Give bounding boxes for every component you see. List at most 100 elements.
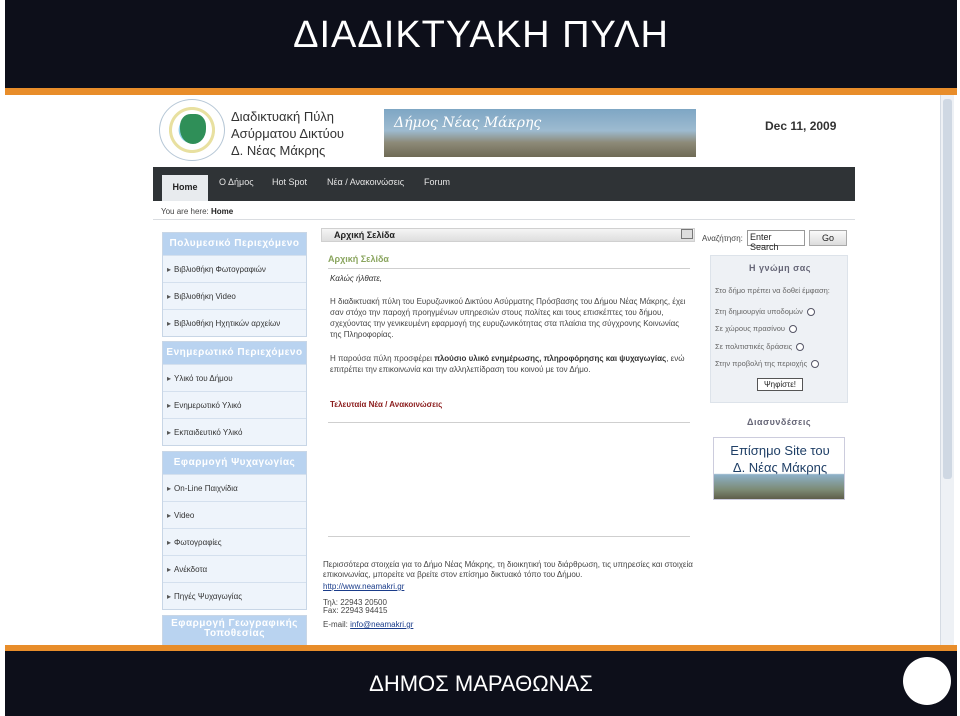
radio-button[interactable] [806, 308, 815, 317]
official-site-text: Επίσημο Site του Δ. Νέας Μάκρης [714, 442, 846, 476]
municipality-logo[interactable] [159, 99, 225, 161]
sidebar-box-title: Εφαρμογή Γεωγραφικής Τοποθεσίας [163, 616, 306, 645]
sidebar-item-municipality-material[interactable]: ▸ Υλικό του Δήμου [163, 364, 306, 391]
breadcrumb: You are here: Home [161, 207, 233, 216]
more-info-text: Περισσότερα στοιχεία για το Δήμο Νέας Μά… [323, 560, 693, 579]
nav-item-hotspot[interactable]: Hot Spot [272, 177, 307, 187]
sidebar-item-label: Ανέκδοτα [174, 565, 208, 574]
poll-title: Η γνώμη σας [749, 263, 811, 273]
sidebar-box-title: Εφαρμογή Ψυχαγωγίας [163, 452, 306, 474]
email-link[interactable]: info@neamakri.gr [350, 620, 413, 629]
nav-item-news[interactable]: Νέα / Ανακοινώσεις [327, 177, 404, 187]
arrow-icon: ▸ [167, 265, 172, 274]
official-site-line1: Επίσημο Site του [730, 443, 830, 458]
poll-option-cultural[interactable]: Σε πολιτιστικές δράσεις [715, 342, 805, 352]
sidebar-item-label: Φωτογραφίες [174, 538, 222, 547]
poll-option-infrastructure[interactable]: Στη δημιουργία υποδομών [715, 307, 815, 317]
website-url[interactable]: http://www.neamakri.gr [323, 582, 404, 591]
logo-emblem [180, 114, 206, 144]
sidebar-box-title: Ενημερωτικό Περιεχόμενο [163, 342, 306, 364]
sidebar-item-label: Εκπαιδευτικό Υλικό [174, 428, 243, 437]
sidebar-item-label: Video [174, 511, 195, 520]
email-label: E-mail: [323, 620, 348, 629]
scrollbar-thumb[interactable] [943, 99, 952, 479]
official-site-line2: Δ. Νέας Μάκρης [732, 460, 828, 475]
latest-news-link[interactable]: Τελευταία Νέα / Ανακοινώσεις [330, 400, 442, 409]
sidebar-item-label: Βιβλιοθήκη Ηχητικών αρχείων [174, 319, 281, 328]
portal-title-line2: Ασύρματου Δικτύου [231, 126, 345, 141]
vote-button[interactable]: Ψηφίστε! [757, 378, 803, 391]
slide-title-bar: ΔΙΑΔΙΚΤΥΑΚΗ ΠΥΛΗ [5, 0, 957, 88]
content-divider [328, 268, 690, 269]
sidebar-item-educational-material[interactable]: ▸ Εκπαιδευτικό Υλικό [163, 418, 306, 445]
sidebar-item-video-library[interactable]: ▸ Βιβλιοθήκη Video [163, 282, 306, 309]
portal-title-line1: Διαδικτυακή Πύλη [231, 109, 335, 124]
sidebar-item-label: Βιβλιοθήκη Φωτογραφιών [174, 265, 266, 274]
official-site-banner[interactable]: Επίσημο Site του Δ. Νέας Μάκρης [713, 437, 845, 500]
banner-text: Δήμος Νέας Μάκρης [394, 115, 542, 131]
arrow-icon: ▸ [167, 401, 172, 410]
sidebar-item-photos[interactable]: ▸ Φωτογραφίες [163, 528, 306, 555]
poll-option-label: Στην προβολή της περιοχής [715, 359, 808, 368]
poll-option-promotion[interactable]: Στην προβολή της περιοχής [715, 359, 820, 369]
radio-button[interactable] [811, 360, 820, 369]
print-icon[interactable] [681, 229, 693, 239]
website-link[interactable]: http://www.neamakri.gr [323, 582, 695, 592]
main-nav: Home Ο Δήμος Hot Spot Νέα / Ανακοινώσεις… [153, 167, 855, 201]
circle-logo [903, 657, 951, 705]
poll-option-green-spaces[interactable]: Σε χώρους πρασίνου [715, 324, 797, 334]
radio-button[interactable] [796, 343, 805, 352]
sidebar-item-entertainment-sources[interactable]: ▸ Πηγές Ψυχαγωγίας [163, 582, 306, 609]
arrow-icon: ▸ [167, 292, 172, 301]
arrow-icon: ▸ [167, 538, 172, 547]
sidebar-item-jokes[interactable]: ▸ Ανέκδοτα [163, 555, 306, 582]
portal-title: Διαδικτυακή Πύλη Ασύρματου Δικτύου Δ. Νέ… [231, 108, 344, 159]
welcome-text: Καλώς ήλθατε, [330, 274, 382, 283]
slide-divider-top [5, 88, 957, 95]
slide-title: ΔΙΑΔΙΚΤΥΑΚΗ ΠΥΛΗ [293, 14, 669, 56]
search-input[interactable]: Enter Search [747, 230, 805, 252]
radio-button[interactable] [789, 325, 797, 334]
sidebar-box-entertainment: Εφαρμογή Ψυχαγωγίας ▸ On-Line Παιχνίδια ▸… [162, 451, 307, 610]
nav-item-municipality[interactable]: Ο Δήμος [219, 177, 254, 187]
news-divider [328, 422, 690, 423]
search-go-button[interactable]: Go [809, 230, 847, 246]
sidebar-item-informative-material[interactable]: ▸ Ενημερωτικό Υλικό [163, 391, 306, 418]
email-line: E-mail: info@neamakri.gr [323, 620, 695, 630]
intro-paragraph: Η διαδικτυακή πύλη του Ευρυζωνικού Δικτύ… [330, 297, 686, 339]
sidebar-item-photo-library[interactable]: ▸ Βιβλιοθήκη Φωτογραφιών [163, 255, 306, 282]
sidebar-item-label: Ενημερωτικό Υλικό [174, 401, 242, 410]
arrow-icon: ▸ [167, 374, 172, 383]
offer-text-start: Η παρούσα πύλη προσφέρει [330, 354, 435, 363]
portal-title-line3: Δ. Νέας Μάκρης [231, 143, 326, 158]
sidebar-box-geolocation: Εφαρμογή Γεωγραφικής Τοποθεσίας [162, 615, 307, 645]
header-banner: Δήμος Νέας Μάκρης [384, 109, 696, 157]
arrow-icon: ▸ [167, 428, 172, 437]
links-title: Διασυνδέσεις [746, 417, 812, 427]
offer-text-bold: πλούσιο υλικό ενημέρωσης, πληροφόρησης κ… [434, 354, 667, 363]
sidebar-item-label: On-Line Παιχνίδια [174, 484, 238, 493]
fax-text: Fax: 22943 94415 [323, 606, 388, 615]
divider [153, 219, 855, 220]
search-label: Αναζήτηση: [702, 234, 743, 243]
content-header: Αρχική Σελίδα [321, 228, 695, 242]
offer-paragraph: Η παρούσα πύλη προσφέρει πλούσιο υλικό ε… [330, 353, 688, 375]
nav-item-home[interactable]: Home [162, 175, 208, 201]
sidebar-item-label: Υλικό του Δήμου [174, 374, 233, 383]
sidebar-item-label: Πηγές Ψυχαγωγίας [174, 592, 243, 601]
news-end-divider [328, 536, 690, 537]
sidebar-item-video[interactable]: ▸ Video [163, 501, 306, 528]
sidebar-item-audio-library[interactable]: ▸ Βιβλιοθήκη Ηχητικών αρχείων [163, 309, 306, 336]
slide-footer-bar: ΔΗΜΟΣ ΜΑΡΑΘΩΝΑΣ [5, 651, 957, 716]
poll-option-label: Σε χώρους πρασίνου [715, 324, 785, 333]
sidebar-box-multimedia: Πολυμεσικό Περιεχόμενο ▸ Βιβλιοθήκη Φωτογ… [162, 232, 307, 337]
poll-option-label: Σε πολιτιστικές δράσεις [715, 342, 793, 351]
nav-item-forum[interactable]: Forum [424, 177, 450, 187]
breadcrumb-current[interactable]: Home [211, 207, 233, 216]
poll-question: Στο δήμο πρέπει να δοθεί έμφαση: [715, 286, 830, 295]
page-scrollbar[interactable] [940, 95, 954, 645]
sidebar-item-online-games[interactable]: ▸ On-Line Παιχνίδια [163, 474, 306, 501]
content-title: Αρχική Σελίδα [328, 254, 389, 264]
arrow-icon: ▸ [167, 511, 172, 520]
sidebar-box-information: Ενημερωτικό Περιεχόμενο ▸ Υλικό του Δήμου… [162, 341, 307, 446]
